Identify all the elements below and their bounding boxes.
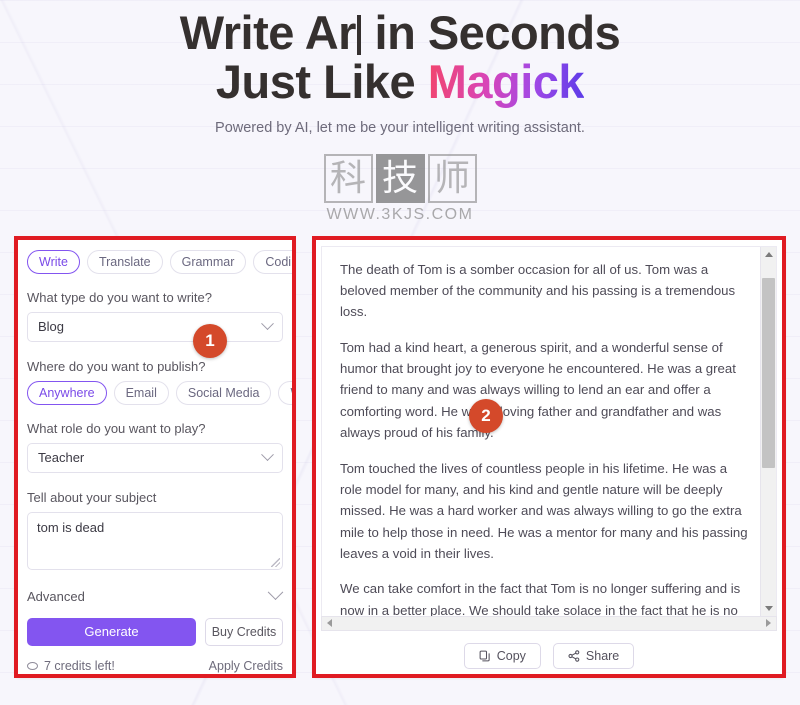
- vertical-scroll-track[interactable]: [761, 261, 776, 601]
- annotation-badge-2: 2: [469, 398, 503, 433]
- write-type-label: What type do you want to write?: [27, 289, 212, 305]
- publish-option-anywhere[interactable]: Anywhere: [27, 380, 107, 405]
- brand-name: Magick: [427, 54, 585, 108]
- credits-row: 7 credits left! Apply Credits: [27, 659, 283, 673]
- advanced-toggle[interactable]: Advanced: [27, 583, 284, 604]
- publish-option-work[interactable]: Work: [278, 380, 296, 405]
- copy-button[interactable]: Copy: [463, 642, 541, 669]
- publish-target-options: Anywhere Email Social Media Work: [27, 380, 296, 405]
- headline-line2-prefix: Just Like: [215, 54, 428, 108]
- buy-credits-button[interactable]: Buy Credits: [205, 617, 283, 646]
- copy-label: Copy: [496, 648, 526, 663]
- write-type-value: Blog: [38, 319, 65, 334]
- publish-option-social-media[interactable]: Social Media: [175, 380, 272, 405]
- subject-value: tom is dead: [37, 519, 105, 535]
- output-paragraph: Tom touched the lives of countless peopl…: [340, 460, 748, 562]
- main-panels: Write Translate Grammar Coding What type…: [0, 224, 800, 678]
- watermark-char-2: 技: [375, 153, 425, 203]
- vertical-scroll-thumb[interactable]: [762, 278, 775, 469]
- share-button[interactable]: Share: [552, 642, 635, 669]
- credits-text: 7 credits left!: [44, 658, 115, 673]
- publish-target-label: Where do you want to publish?: [27, 358, 206, 374]
- generate-button[interactable]: Generate: [27, 617, 196, 646]
- horizontal-scrollbar[interactable]: [321, 615, 777, 631]
- output-scroll-area: The death of Tom is a somber occasion fo…: [321, 245, 777, 616]
- page-title: Write Ar in Seconds: [0, 6, 800, 59]
- scroll-down-button[interactable]: [761, 600, 776, 616]
- output-paragraph: The death of Tom is a somber occasion fo…: [340, 261, 736, 320]
- headline-text-part2: in Seconds: [361, 6, 621, 59]
- scroll-left-button[interactable]: [322, 617, 337, 630]
- horizontal-scroll-track[interactable]: [337, 616, 761, 630]
- action-button-row: Generate Buy Credits: [27, 617, 283, 646]
- subject-textarea[interactable]: tom is dead: [27, 511, 283, 570]
- watermark-char-3: 师: [427, 153, 477, 203]
- resize-handle-icon[interactable]: [271, 557, 280, 567]
- apply-credits-link[interactable]: Apply Credits: [209, 659, 283, 673]
- scroll-right-button[interactable]: [761, 617, 776, 630]
- chevron-up-icon: [764, 251, 773, 257]
- role-select[interactable]: Teacher: [27, 442, 283, 473]
- output-paragraph: We can take comfort in the fact that Tom…: [340, 581, 741, 616]
- mode-tabs: Write Translate Grammar Coding: [27, 249, 296, 274]
- chevron-left-icon: [327, 619, 332, 627]
- output-paragraph: Tom had a kind heart, a generous spirit,…: [340, 339, 736, 441]
- coin-icon: [27, 661, 38, 670]
- form-panel: Write Translate Grammar Coding What type…: [14, 235, 296, 678]
- chevron-down-icon: [261, 448, 274, 462]
- tab-write[interactable]: Write: [27, 249, 80, 274]
- output-panel-annotated: The death of Tom is a somber occasion fo…: [312, 235, 786, 678]
- watermark-characters: 科 技 师: [323, 153, 477, 203]
- output-actions: Copy Share: [321, 631, 777, 669]
- chevron-down-icon: [261, 317, 274, 331]
- chevron-down-icon: [267, 583, 284, 600]
- watermark-logo: 科 技 师 WWW.3KJS.COM: [0, 153, 800, 224]
- watermark-url: WWW.3KJS.COM: [326, 205, 474, 223]
- output-panel: The death of Tom is a somber occasion fo…: [312, 235, 786, 678]
- page-title-line2: Just Like Magick: [0, 54, 800, 108]
- publish-option-email[interactable]: Email: [113, 380, 169, 405]
- share-icon: [568, 649, 580, 662]
- role-label: What role do you want to play?: [27, 420, 206, 436]
- generated-text: The death of Tom is a somber occasion fo…: [322, 247, 760, 616]
- credits-status: 7 credits left!: [27, 659, 115, 673]
- page-subtitle: Powered by AI, let me be your intelligen…: [215, 119, 585, 136]
- scroll-up-button[interactable]: [761, 246, 776, 262]
- role-value: Teacher: [38, 450, 85, 465]
- hero-section: Write Ar in Seconds Just Like Magick Pow…: [0, 0, 800, 224]
- tab-grammar[interactable]: Grammar: [169, 249, 247, 274]
- annotation-badge-1: 1: [193, 323, 227, 358]
- page-root: Write Ar in Seconds Just Like Magick Pow…: [0, 0, 800, 678]
- headline-text-part1: Write Ar: [179, 6, 357, 59]
- form-panel-annotated: Write Translate Grammar Coding What type…: [14, 235, 296, 678]
- tab-translate[interactable]: Translate: [86, 249, 163, 274]
- typing-cursor-icon: [356, 15, 361, 55]
- write-type-select[interactable]: Blog: [27, 311, 283, 342]
- tab-coding[interactable]: Coding: [253, 249, 296, 274]
- copy-icon: [479, 650, 490, 661]
- chevron-right-icon: [766, 619, 771, 627]
- share-label: Share: [585, 648, 620, 663]
- vertical-scrollbar[interactable]: [760, 246, 776, 616]
- watermark-char-1: 科: [323, 153, 373, 203]
- advanced-label: Advanced: [27, 588, 85, 604]
- chevron-down-icon: [764, 605, 773, 611]
- subject-label: Tell about your subject: [27, 489, 157, 505]
